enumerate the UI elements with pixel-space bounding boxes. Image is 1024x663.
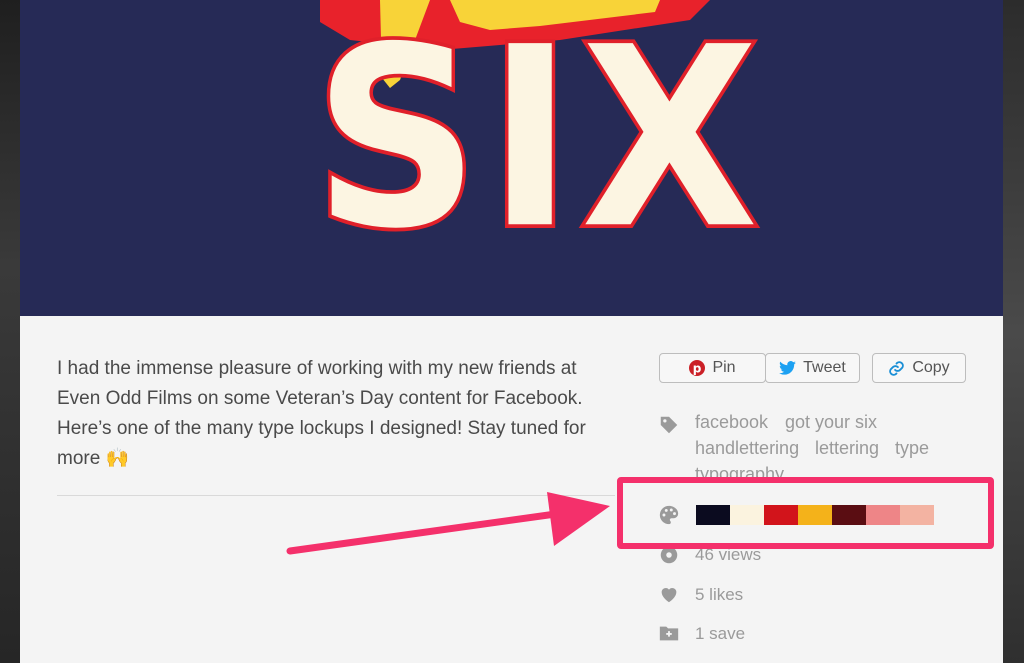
tag-link[interactable]: lettering (815, 438, 879, 459)
copy-link-button[interactable]: Copy (872, 353, 966, 383)
tag-link[interactable]: typography (695, 464, 784, 478)
description-divider (57, 495, 615, 496)
pin-label: Pin (712, 359, 736, 376)
tag-list: facebook got your six handlettering lett… (695, 410, 995, 478)
tag-icon (660, 416, 678, 434)
tag-link[interactable]: type (895, 438, 929, 459)
tag-link[interactable]: got your six (785, 412, 877, 433)
likes-count: 5 likes (695, 585, 744, 604)
palette-highlight-box (617, 477, 994, 549)
heart-icon (661, 588, 677, 603)
artwork-word-six: SIX (310, 0, 767, 284)
tag-link[interactable]: handlettering (695, 438, 799, 459)
post-panel: SIX I had the immense pleasure of workin… (20, 0, 1003, 663)
pinterest-icon: p (689, 360, 706, 376)
background-left-edge (0, 0, 20, 663)
svg-text:p: p (693, 362, 702, 376)
folder-plus-icon (659, 626, 679, 641)
saves-count: 1 save (695, 624, 746, 643)
tweet-button[interactable]: Tweet (765, 353, 860, 383)
link-icon (888, 360, 905, 377)
copy-label: Copy (912, 359, 950, 376)
tag-link[interactable]: facebook (695, 412, 768, 433)
artwork-image: SIX (20, 0, 1003, 316)
post-description: I had the immense pleasure of working wi… (57, 358, 586, 469)
tweet-label: Tweet (803, 359, 846, 376)
pin-button[interactable]: p Pin (659, 353, 766, 383)
background-right-edge (1003, 0, 1024, 663)
twitter-bird-icon (779, 361, 797, 375)
